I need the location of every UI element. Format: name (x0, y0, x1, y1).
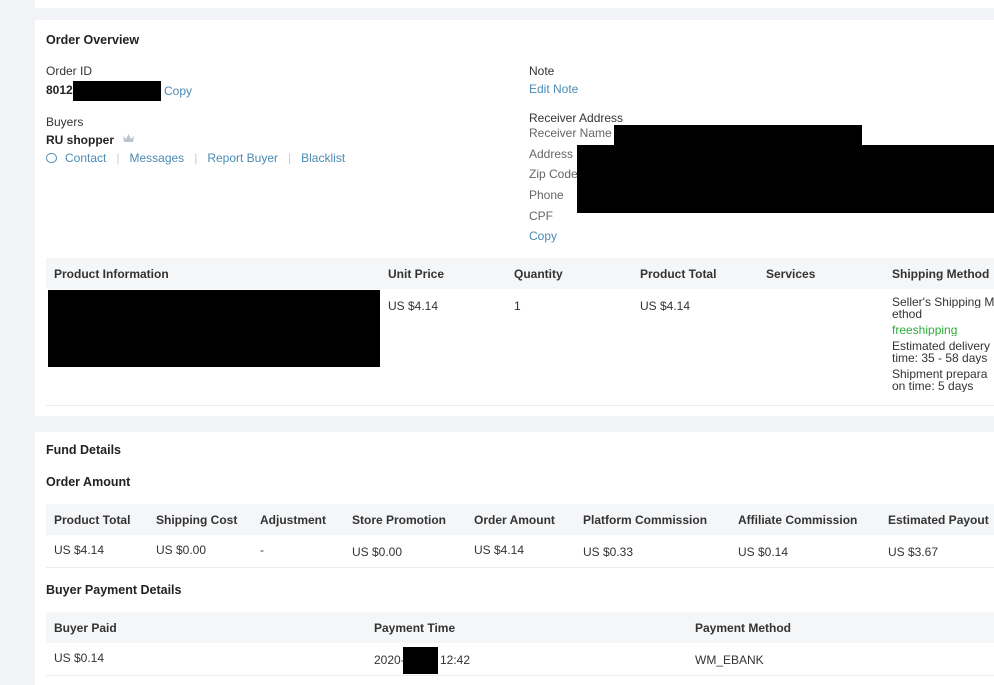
copy-address-button[interactable]: Copy (529, 229, 557, 243)
order-id-label: Order ID (46, 64, 93, 78)
payment-time-prefix: 2020- (374, 653, 405, 667)
table-bottom-divider (46, 405, 994, 406)
col-buyer-paid: Buyer Paid (54, 621, 117, 635)
col-affiliate-commission: Affiliate Commission (738, 513, 858, 527)
receiver-address-label: Receiver Address (529, 111, 624, 125)
redaction-product-info (48, 290, 380, 367)
order-amount-divider (46, 567, 994, 568)
estimated-delivery-text: time: 35 - 58 days (892, 352, 988, 364)
buyers-label: Buyers (46, 115, 84, 129)
col-store-promotion: Store Promotion (352, 513, 447, 527)
col-shipping-method: Shipping Method (892, 267, 990, 281)
redaction-order-id (73, 81, 161, 101)
col-order-amount: Order Amount (474, 513, 555, 527)
receiver-name-label: Receiver Name (529, 126, 612, 140)
buyer-links: Contact | Messages | Report Buyer | Blac… (46, 151, 345, 165)
buyer-payment-title: Buyer Payment Details (46, 583, 182, 597)
chat-bubble-icon (46, 153, 57, 163)
unit-price-value: US $4.14 (388, 299, 439, 313)
payment-table-header: Buyer Paid Payment Time Payment Method (46, 612, 994, 643)
preparation-time-text: Shipment prepara (892, 368, 988, 380)
col-platform-commission: Platform Commission (583, 513, 708, 527)
order-amount-value: US $4.14 (474, 543, 525, 557)
blacklist-link[interactable]: Blacklist (301, 151, 345, 165)
store-promotion-value: US $0.00 (352, 545, 403, 559)
order-overview-card: Order Overview Order ID 8012 Copy Buyers… (35, 20, 994, 416)
payment-method-value: WM_EBANK (695, 653, 764, 667)
free-shipping-text: freeshipping (892, 324, 958, 336)
preparation-time-text: on time: 5 days (892, 380, 974, 392)
note-label: Note (529, 64, 555, 78)
buyer-name: RU shopper (46, 133, 135, 147)
order-overview-title: Order Overview (46, 33, 140, 47)
shipping-method-text: Seller's Shipping M (892, 296, 994, 308)
col-shipping-cost: Shipping Cost (156, 513, 238, 527)
fund-details-title: Fund Details (46, 443, 122, 457)
redaction-address (577, 145, 994, 213)
payment-divider (46, 675, 994, 676)
order-id-value: 8012 (46, 83, 73, 97)
top-card (35, 0, 994, 8)
divider: | (116, 151, 120, 165)
product-table-header: Product Information Unit Price Quantity … (46, 258, 994, 289)
col-adjustment: Adjustment (260, 513, 326, 527)
cpf-label: CPF (529, 209, 553, 223)
buyer-name-text: RU shopper (46, 133, 115, 147)
platform-commission-value: US $0.33 (583, 545, 634, 559)
col-product-information: Product Information (54, 267, 169, 281)
col-estimated-payout: Estimated Payout (888, 513, 989, 527)
col-payment-method: Payment Method (695, 621, 792, 635)
adjustment-value: - (260, 543, 264, 557)
payment-time-suffix: 12:42 (440, 653, 471, 667)
divider: | (288, 151, 292, 165)
address-label: Address (529, 147, 574, 161)
estimated-payout-value: US $3.67 (888, 545, 939, 559)
col-unit-price: Unit Price (388, 267, 445, 281)
buyer-paid-value: US $0.14 (54, 651, 105, 665)
col-product-total: Product Total (640, 267, 717, 281)
shipping-method-text: ethod (892, 308, 923, 320)
col-product-total: Product Total (54, 513, 131, 527)
col-services: Services (766, 267, 816, 281)
redaction-payment-time (403, 647, 438, 674)
zip-code-label: Zip Code (529, 167, 578, 181)
affiliate-commission-value: US $0.14 (738, 545, 789, 559)
copy-order-id-button[interactable]: Copy (164, 84, 192, 98)
contact-link[interactable]: Contact (65, 151, 106, 165)
shipping-method-cell: Seller's Shipping M ethod freeshipping E… (892, 296, 994, 392)
fund-details-card: Fund Details Order Amount Product Total … (35, 432, 994, 685)
shipping-cost-value: US $0.00 (156, 543, 207, 557)
col-quantity: Quantity (514, 267, 563, 281)
col-payment-time: Payment Time (374, 621, 456, 635)
product-total-value: US $4.14 (54, 543, 105, 557)
estimated-delivery-text: Estimated delivery (892, 340, 991, 352)
edit-note-link[interactable]: Edit Note (529, 82, 578, 96)
order-amount-title: Order Amount (46, 475, 131, 489)
order-amount-table-header: Product Total Shipping Cost Adjustment S… (46, 504, 994, 535)
quantity-value: 1 (514, 299, 521, 313)
messages-link[interactable]: Messages (129, 151, 184, 165)
product-total-value: US $4.14 (640, 299, 691, 313)
report-buyer-link[interactable]: Report Buyer (207, 151, 278, 165)
phone-label: Phone (529, 188, 564, 202)
divider: | (194, 151, 198, 165)
crown-icon (123, 134, 135, 142)
redaction-receiver-name (614, 125, 862, 145)
